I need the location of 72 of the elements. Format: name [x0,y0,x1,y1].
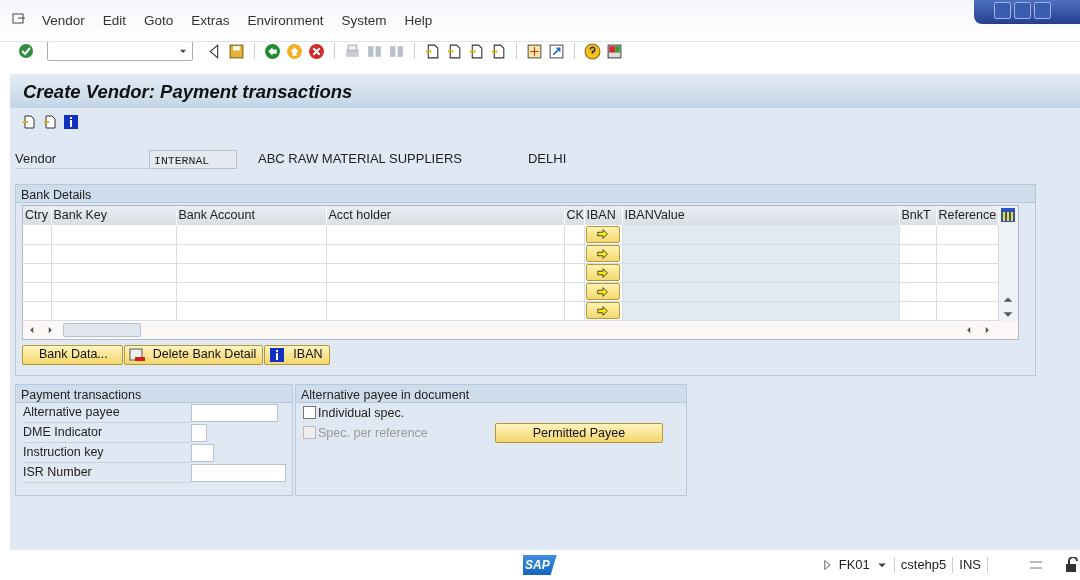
info-icon [269,346,286,363]
iban-button[interactable] [586,225,620,243]
checkbox: Spec. per reference [303,423,428,443]
previous-page-icon[interactable] [446,42,463,60]
document-icon[interactable] [21,114,37,130]
column-header[interactable]: IBAN [584,206,622,225]
input-mode: INS [953,557,988,573]
system-name: cstehp5 [894,557,954,573]
input-field[interactable] [191,464,286,482]
input-field[interactable] [191,424,207,442]
arrow-icon [596,303,610,318]
transaction-dropdown[interactable]: FK01 [832,557,895,573]
column-header[interactable]: Bank Account [176,206,326,225]
input-field[interactable] [191,404,278,422]
arrow-icon [596,246,610,261]
page-title: Create Vendor: Payment transactions [23,81,353,102]
group-title: Bank Details [16,185,1035,203]
vendor-name: ABC RAW MATERIAL SUPPLIERS [258,150,462,169]
column-header[interactable]: Reference [936,206,998,225]
vendor-city: DELHI [527,150,567,169]
menu-item[interactable]: Environment [238,0,333,42]
column-header[interactable]: Bank Key [51,206,176,225]
field-label: Alternative payee [23,403,191,423]
menu-item[interactable]: Help [395,0,442,42]
action-button[interactable]: Delete Bank Detail [123,344,264,365]
delete-row-icon [128,346,145,363]
info-icon[interactable] [63,114,79,130]
field-label: ISR Number [23,463,191,483]
command-field[interactable] [47,41,193,61]
column-header[interactable]: BnkT [899,206,936,225]
group-title: Alternative payee in document [296,385,686,403]
vertical-scrollbar[interactable] [998,206,1018,321]
arrow-icon [596,284,610,299]
first-page-icon[interactable] [424,42,441,60]
menu-item[interactable]: Vendor [33,0,94,42]
action-button[interactable]: Bank Data... [22,344,123,365]
iban-button[interactable] [586,245,620,262]
iban-button[interactable] [586,264,620,281]
checkbox[interactable]: Individual spec. [303,403,405,423]
cancel-icon[interactable] [308,42,325,60]
arrow-icon [596,265,610,280]
help-icon[interactable] [584,42,601,60]
column-header[interactable]: IBANValue [622,206,899,225]
field-label: DME Indicator [23,423,191,443]
new-session-icon[interactable] [526,42,543,60]
arrow-icon [596,227,610,242]
save-icon[interactable] [228,42,245,60]
group-title: Payment transactions [16,385,292,403]
iban-button[interactable] [586,302,620,319]
permitted-payee-button[interactable]: Permitted Payee [495,423,663,443]
logo: SAP [523,555,557,575]
iban-button[interactable] [586,283,620,300]
layout-icon[interactable] [606,42,623,60]
shortcut-icon[interactable] [548,42,565,60]
menu-item[interactable]: Extras [182,0,239,42]
column-header[interactable]: Acct holder [326,206,564,225]
lock-icon[interactable] [1064,557,1080,573]
menu-item[interactable]: Edit [93,0,136,42]
document-icon[interactable] [42,114,58,130]
next-page-icon[interactable] [468,42,485,60]
column-settings-icon[interactable] [1000,207,1017,223]
menu-item[interactable]: Goto [135,0,183,42]
last-page-icon[interactable] [490,42,507,60]
vendor-field: INTERNAL [149,149,237,169]
action-button[interactable]: IBAN [264,344,330,365]
scroll-thumb[interactable] [63,322,141,337]
input-field[interactable] [191,444,214,462]
menu-item[interactable]: System [332,0,396,42]
check-icon[interactable] [18,43,34,59]
field-label: Instruction key [23,443,191,463]
column-header[interactable]: Ctry [23,206,51,225]
menu-icon[interactable] [11,10,27,27]
